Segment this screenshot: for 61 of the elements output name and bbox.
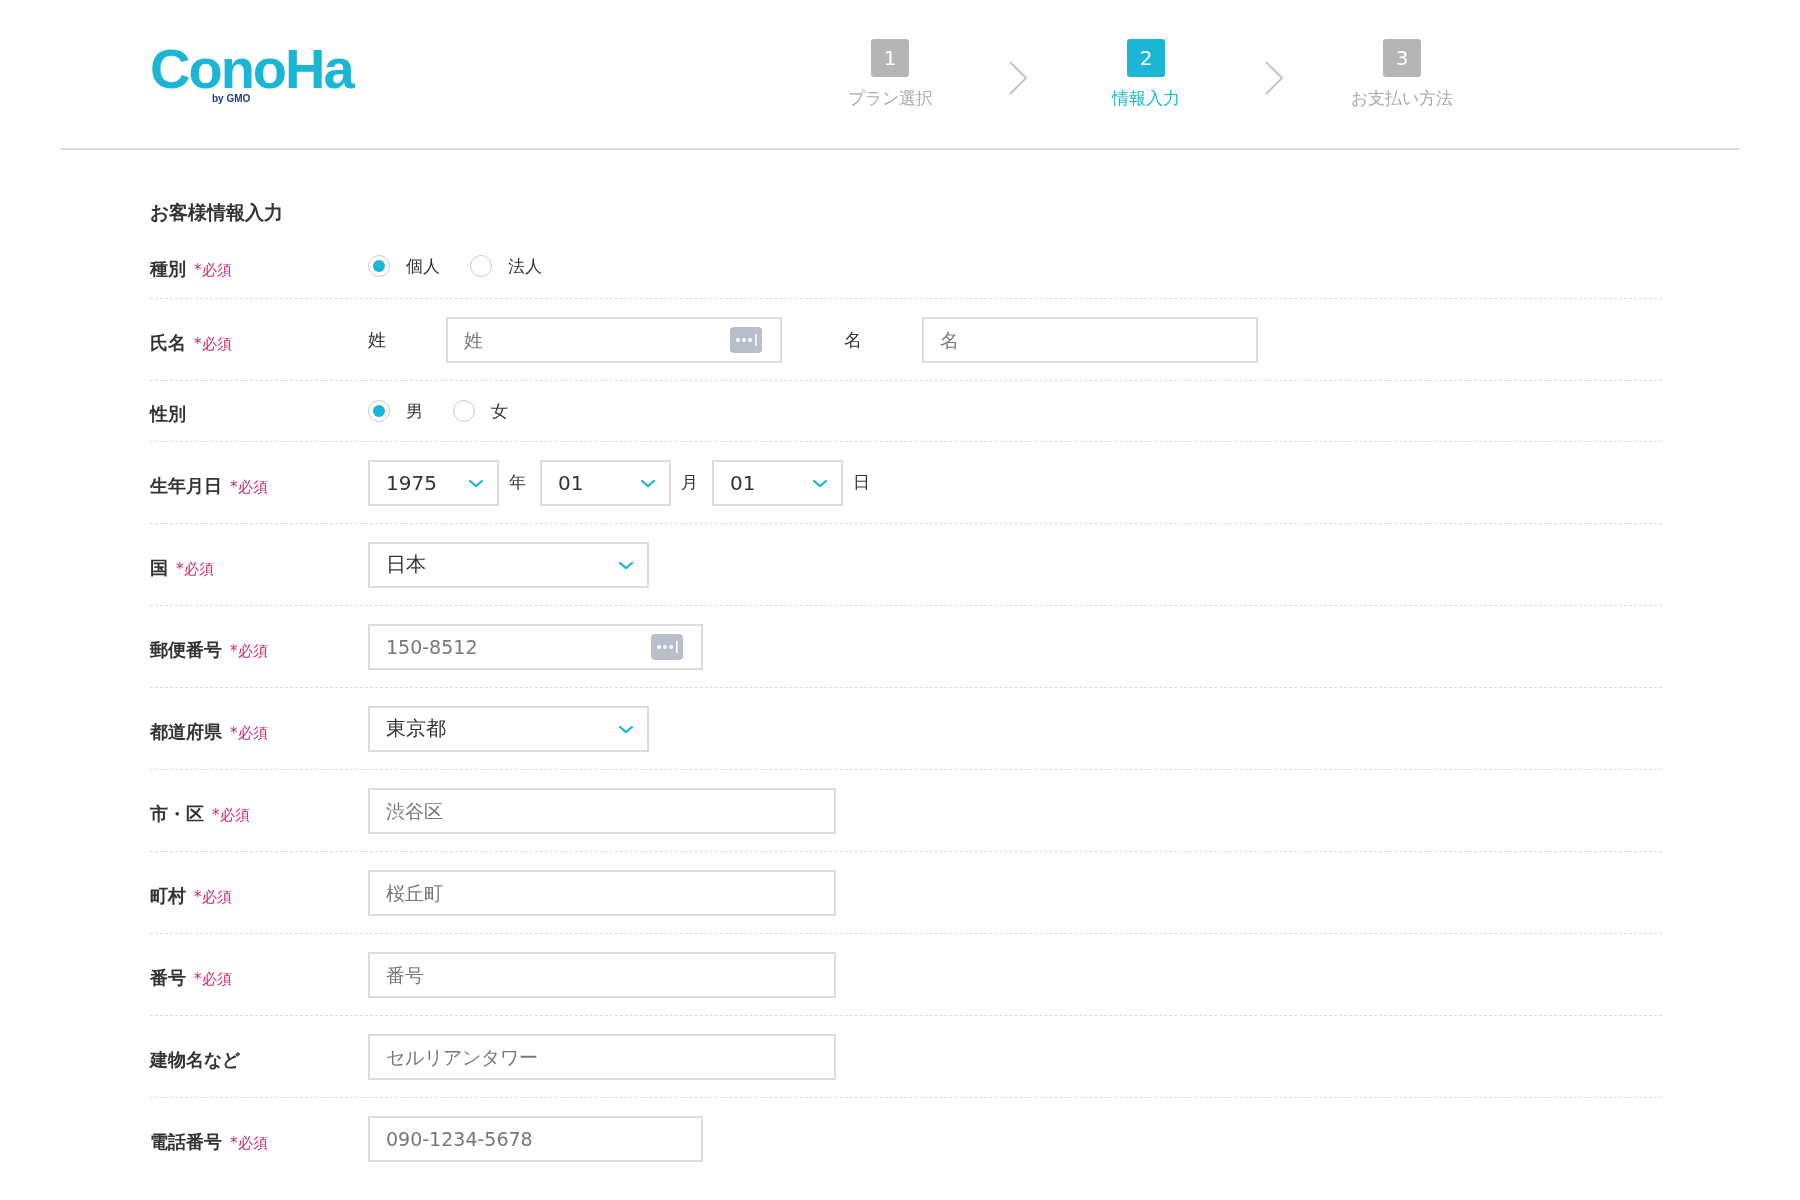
field-label: 国 [150,555,168,580]
required-mark: *必須 [230,723,268,743]
radio-option[interactable]: 法人 [470,254,542,278]
required-mark: *必須 [194,334,232,354]
chevron-right-icon [1008,60,1028,96]
required-mark: *必須 [230,1133,268,1153]
text-field[interactable]: 150-8512 [368,623,703,670]
text-field[interactable]: 090-1234-5678 [368,1115,703,1162]
text-field[interactable]: セルリアンタワー [368,1033,836,1080]
dropdown[interactable]: 01 [712,459,843,506]
text-field[interactable]: 渋谷区 [368,787,836,834]
form-title: お客様情報入力 [150,200,284,225]
required-mark: *必須 [194,969,232,989]
field-sublabel: 名 [844,327,863,352]
dropdown[interactable]: 日本 [368,541,649,588]
field-label: 種別 [150,257,186,281]
required-mark: *必須 [230,477,268,497]
text-field[interactable]: 名 [922,316,1258,363]
logo-subtitle: by GMO [212,92,251,104]
required-mark: *必須 [194,887,232,907]
field-label: 生年月日 [150,473,222,498]
autofill-icon[interactable] [651,633,683,660]
step-number: 1 [871,38,909,77]
field-label: 市・区 [150,801,204,826]
chevron-down-icon [641,480,655,488]
field-label: 氏名 [150,330,186,355]
autofill-icon[interactable] [730,326,762,353]
field-label: 郵便番号 [150,637,222,662]
chevron-down-icon [619,562,633,570]
chevron-right-icon [1264,60,1284,96]
step-number: 3 [1383,38,1421,77]
text-field[interactable]: 番号 [368,951,836,998]
step-label: 情報入力 [1112,86,1180,110]
required-mark: *必須 [230,641,268,661]
step-label: プラン選択 [847,86,933,110]
chevron-down-icon [619,726,633,734]
chevron-down-icon [813,480,827,488]
unit-label: 年 [509,471,526,494]
radio-option[interactable]: 個人 [368,254,440,278]
required-mark: *必須 [176,559,214,579]
chevron-down-icon [469,480,483,488]
unit-label: 月 [681,471,698,494]
field-label: 都道府県 [150,719,222,744]
unit-label: 日 [853,471,870,494]
dropdown[interactable]: 1975 [368,459,499,506]
text-field[interactable]: 姓 [446,316,782,363]
field-label: 性別 [150,402,186,426]
field-label: 町村 [150,883,186,908]
dropdown[interactable]: 01 [540,459,671,506]
dropdown[interactable]: 東京都 [368,705,649,752]
radio-option[interactable]: 男 [368,399,423,423]
step-number: 2 [1127,38,1165,77]
field-label: 番号 [150,965,186,990]
field-sublabel: 姓 [368,327,387,352]
step-label: お支払い方法 [1351,86,1453,110]
field-label: 電話番号 [150,1129,222,1154]
radio-option[interactable]: 女 [453,399,508,423]
text-field[interactable]: 桜丘町 [368,869,836,916]
required-mark: *必須 [212,805,250,825]
required-mark: *必須 [194,261,232,280]
field-label: 建物名など [150,1047,240,1072]
